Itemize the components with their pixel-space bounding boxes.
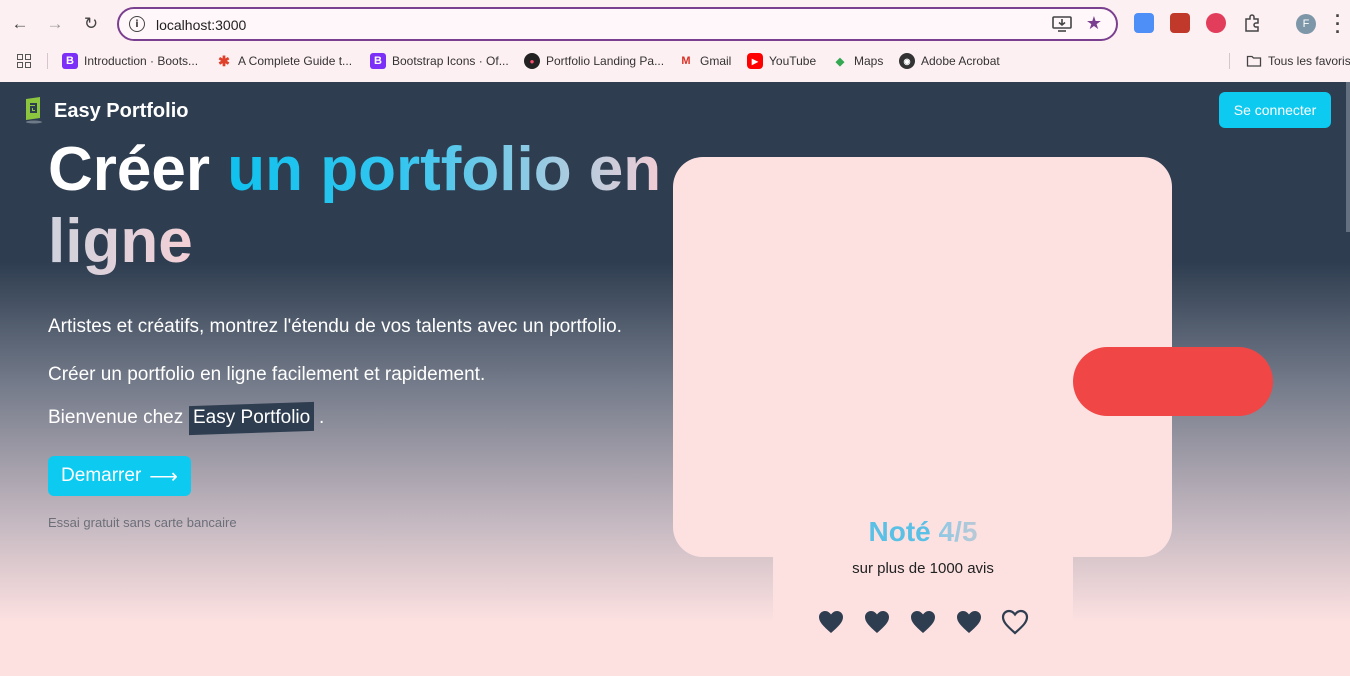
start-button-label: Demarrer bbox=[61, 465, 142, 486]
install-app-icon[interactable] bbox=[1052, 15, 1072, 33]
extension-raspberry-icon[interactable] bbox=[1206, 13, 1226, 33]
landing-page: Easy Portfolio Se connecter Créer un por… bbox=[0, 82, 1350, 676]
bookmark-label: Adobe Acrobat bbox=[921, 54, 1000, 68]
bookmark-item[interactable]: ✱ A Complete Guide t... bbox=[216, 52, 352, 70]
profile-avatar[interactable]: F bbox=[1296, 14, 1316, 34]
maps-icon: ◆ bbox=[835, 55, 845, 68]
heart-filled-icon bbox=[957, 611, 981, 633]
heart-filled-icon bbox=[911, 611, 935, 633]
hero-title: Créer un portfolio en ligne bbox=[48, 134, 668, 278]
arrow-right-icon: ⟶ bbox=[149, 465, 178, 488]
bookmark-label: Introduction · Boots... bbox=[84, 54, 199, 68]
browser-chrome: ← → ↻ i localhost:3000 ★ F · · · B Introduc… bbox=[0, 0, 1350, 82]
rating-subtitle: sur plus de 1000 avis bbox=[852, 560, 994, 577]
connect-button[interactable]: Se connecter bbox=[1219, 92, 1331, 128]
rating-prefix: Noté bbox=[868, 516, 931, 547]
page-scrollbar[interactable] bbox=[1346, 82, 1350, 232]
decorative-red-pill bbox=[1073, 347, 1273, 416]
reload-icon[interactable]: ↻ bbox=[79, 12, 103, 36]
easy-portfolio-logo-icon bbox=[26, 97, 42, 124]
all-bookmarks-label: Tous les favoris bbox=[1268, 54, 1350, 68]
bookmarks-divider bbox=[47, 53, 48, 69]
bookmark-item[interactable]: B Bootstrap Icons · Of... bbox=[370, 52, 509, 70]
hero-paragraph-3: Bienvenue chez Easy Portfolio . bbox=[48, 401, 325, 436]
heart-outline-icon bbox=[1001, 609, 1029, 635]
asterisk-icon: ✱ bbox=[218, 52, 230, 69]
hero-title-word-3: ligne bbox=[48, 207, 193, 276]
bootstrap-icon: B bbox=[62, 53, 78, 69]
brand-highlight: Easy Portfolio bbox=[188, 401, 314, 436]
bookmark-label: Gmail bbox=[700, 54, 732, 68]
browser-toolbar: ← → ↻ i localhost:3000 ★ F · · · bbox=[0, 0, 1350, 48]
bookmark-label: A Complete Guide t... bbox=[238, 54, 353, 68]
youtube-icon: ▶ bbox=[747, 53, 763, 69]
brand-name[interactable]: Easy Portfolio bbox=[54, 100, 188, 123]
bookmark-item[interactable]: ▶ YouTube bbox=[747, 52, 816, 70]
heart-filled-icon bbox=[865, 611, 889, 633]
bookmark-label: Maps bbox=[854, 54, 884, 68]
bookmark-item[interactable]: ◉ Adobe Acrobat bbox=[899, 52, 1000, 70]
welcome-suffix: . bbox=[319, 407, 325, 428]
rating-box: Noté 4/5 sur plus de 1000 avis bbox=[773, 502, 1073, 676]
browser-menu-icon[interactable]: · · · bbox=[1334, 7, 1342, 41]
folder-icon bbox=[1246, 55, 1262, 67]
apps-grid-icon[interactable] bbox=[17, 54, 31, 68]
bookmark-label: Bootstrap Icons · Of... bbox=[392, 54, 509, 68]
start-button[interactable]: Demarrer ⟶ bbox=[48, 456, 191, 496]
bookmark-item[interactable]: B Introduction · Boots... bbox=[62, 52, 198, 70]
address-bar[interactable]: i localhost:3000 ★ bbox=[117, 7, 1118, 41]
bookmark-label: Portfolio Landing Pa... bbox=[546, 54, 665, 68]
gmail-icon: M bbox=[681, 55, 691, 67]
heart-filled-icon bbox=[819, 611, 843, 633]
extension-translate-icon[interactable] bbox=[1134, 13, 1154, 33]
hero-title-word-1: Créer bbox=[48, 135, 210, 204]
bookmark-item[interactable]: M Gmail bbox=[678, 52, 731, 70]
trial-note: Essai gratuit sans carte bancaire bbox=[48, 515, 237, 530]
bookmarks-divider-right bbox=[1229, 53, 1230, 69]
back-icon[interactable]: ← bbox=[8, 12, 32, 36]
extension-red-icon[interactable] bbox=[1170, 13, 1190, 33]
bookmark-label: YouTube bbox=[769, 54, 817, 68]
rating-title: Noté 4/5 bbox=[773, 516, 1073, 548]
brand-highlight-text: Easy Portfolio bbox=[192, 407, 310, 428]
forward-icon[interactable]: → bbox=[43, 12, 67, 36]
hero-paragraph-2: Créer un portfolio en ligne facilement e… bbox=[48, 364, 486, 385]
bookmark-item[interactable]: ● Portfolio Landing Pa... bbox=[524, 52, 664, 70]
hero-paragraph-1: Artistes et créatifs, montrez l'étendu d… bbox=[48, 316, 622, 337]
rating-hearts bbox=[817, 609, 1037, 637]
bookmarks-bar: B Introduction · Boots... ✱ A Complete Guid… bbox=[0, 48, 1350, 74]
globe-icon: ◉ bbox=[899, 53, 915, 69]
extensions-puzzle-icon[interactable] bbox=[1242, 13, 1262, 33]
portfolio-icon: ● bbox=[524, 53, 540, 69]
welcome-prefix: Bienvenue chez bbox=[48, 407, 184, 428]
bookmark-star-icon[interactable]: ★ bbox=[1086, 13, 1102, 34]
hero-title-word-2: un portfolio en bbox=[227, 135, 662, 204]
all-bookmarks[interactable]: Tous les favoris bbox=[1246, 52, 1350, 70]
rating-score: 4/5 bbox=[938, 516, 978, 547]
site-info-icon[interactable]: i bbox=[129, 16, 145, 32]
url-text[interactable]: localhost:3000 bbox=[156, 17, 246, 33]
bookmark-item[interactable]: ◆ Maps bbox=[832, 52, 884, 70]
bootstrap-icon: B bbox=[370, 53, 386, 69]
